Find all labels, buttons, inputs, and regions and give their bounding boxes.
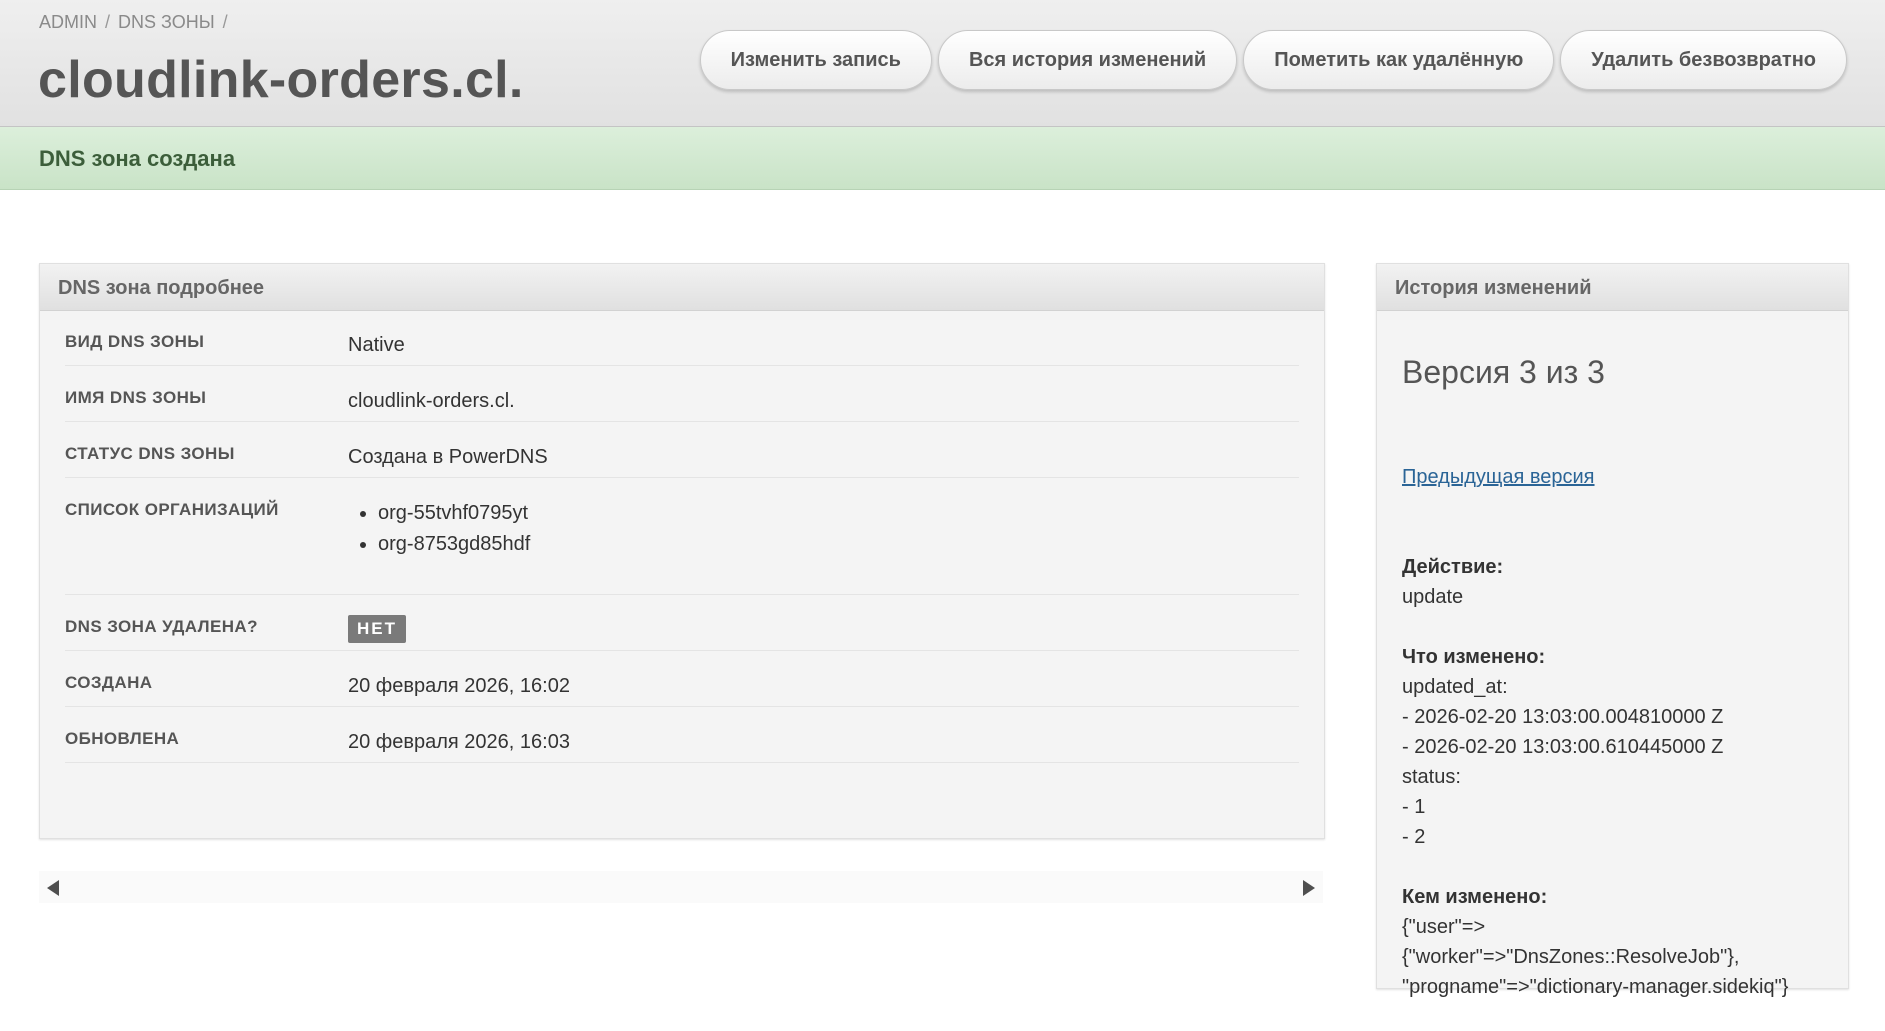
detail-label: Создана — [65, 673, 153, 692]
detail-label: Статус DNS зоны — [65, 444, 235, 463]
horizontal-scrollbar[interactable] — [39, 871, 1323, 903]
change-line: - 1 — [1402, 796, 1426, 818]
detail-label: Список организаций — [65, 500, 279, 519]
details-list: Вид DNS зоны Native Имя DNS зоны cloudli… — [65, 310, 1299, 763]
history-panel-title: История изменений — [1395, 277, 1592, 299]
breadcrumb: ADMIN / DNS ЗОНЫ / — [39, 12, 228, 33]
breadcrumb-separator: / — [105, 12, 111, 32]
detail-row-name: Имя DNS зоны cloudlink-orders.cl. — [65, 366, 1299, 422]
detail-value: Native — [348, 334, 405, 356]
change-line: - 2026-02-20 13:03:00.610445000 Z — [1402, 736, 1724, 758]
details-panel-title: DNS зона подробнее — [58, 277, 265, 299]
detail-row-created: Создана 20 февраля 2026, 16:02 — [65, 651, 1299, 707]
detail-label: Обновлена — [65, 729, 180, 748]
detail-label: Имя DNS зоны — [65, 388, 207, 407]
flash-notice: DNS зона создана — [0, 127, 1885, 190]
list-item: org-55tvhf0795yt — [378, 498, 530, 529]
delete-permanently-button[interactable]: Удалить безвозвратно — [1560, 30, 1847, 90]
action-label: Действие: — [1402, 556, 1504, 578]
detail-row-status: Статус DNS зоны Создана в PowerDNS — [65, 422, 1299, 478]
action-value: update — [1402, 586, 1464, 608]
detail-row-kind: Вид DNS зоны Native — [65, 310, 1299, 366]
detail-label: Вид DNS зоны — [65, 332, 205, 351]
detail-value: Создана в PowerDNS — [348, 446, 548, 468]
history-details: Действие: update Что изменено: updated_a… — [1402, 552, 1788, 1002]
page-header: ADMIN / DNS ЗОНЫ / cloudlink-orders.cl. … — [0, 0, 1885, 127]
version-heading: Версия 3 из 3 — [1402, 354, 1605, 390]
history-panel-header: История изменений — [1377, 264, 1848, 311]
list-item: org-8753gd85hdf — [378, 529, 530, 560]
changes-label: Что изменено: — [1402, 646, 1546, 668]
change-line: - 2 — [1402, 826, 1426, 848]
detail-label: DNS зона удалена? — [65, 617, 258, 636]
detail-value: 20 февраля 2026, 16:03 — [348, 731, 570, 753]
changed-by-label: Кем изменено: — [1402, 886, 1548, 908]
previous-version-link[interactable]: Предыдущая версия — [1402, 466, 1595, 489]
status-badge: НЕТ — [348, 615, 406, 643]
edit-record-button[interactable]: Изменить запись — [699, 30, 932, 90]
page-title: cloudlink-orders.cl. — [38, 51, 524, 109]
details-panel: DNS зона подробнее Вид DNS зоны Native И… — [39, 263, 1325, 839]
changed-by-line: {"user"=> — [1402, 916, 1486, 938]
details-panel-header: DNS зона подробнее — [40, 264, 1324, 311]
flash-message: DNS зона создана — [39, 146, 236, 171]
detail-row-deleted: DNS зона удалена? НЕТ — [65, 595, 1299, 651]
breadcrumb-separator: / — [222, 12, 228, 32]
org-list: org-55tvhf0795yt org-8753gd85hdf — [348, 498, 530, 560]
detail-value: 20 февраля 2026, 16:02 — [348, 675, 570, 697]
breadcrumb-dns-zones[interactable]: DNS ЗОНЫ — [118, 12, 215, 33]
breadcrumb-admin[interactable]: ADMIN — [39, 12, 97, 33]
change-line: status: — [1402, 766, 1461, 788]
history-panel: История изменений Версия 3 из 3 Предыдущ… — [1376, 263, 1849, 998]
detail-row-orgs: Список организаций org-55tvhf0795yt org-… — [65, 478, 1299, 595]
action-buttons: Изменить запись Вся история изменений По… — [699, 30, 1847, 90]
mark-deleted-button[interactable]: Пометить как удалённую — [1243, 30, 1555, 90]
change-line: updated_at: — [1402, 676, 1508, 698]
change-line: - 2026-02-20 13:03:00.004810000 Z — [1402, 706, 1724, 728]
changed-by-line: {"worker"=>"DnsZones::ResolveJob"}, — [1402, 946, 1740, 968]
triangle-right-icon[interactable] — [1303, 880, 1315, 896]
triangle-left-icon[interactable] — [47, 880, 59, 896]
changed-by-line: "progname"=>"dictionary-manager.sidekiq"… — [1402, 976, 1789, 998]
detail-value: cloudlink-orders.cl. — [348, 390, 515, 412]
detail-row-updated: Обновлена 20 февраля 2026, 16:03 — [65, 707, 1299, 763]
history-button[interactable]: Вся история изменений — [937, 30, 1238, 90]
